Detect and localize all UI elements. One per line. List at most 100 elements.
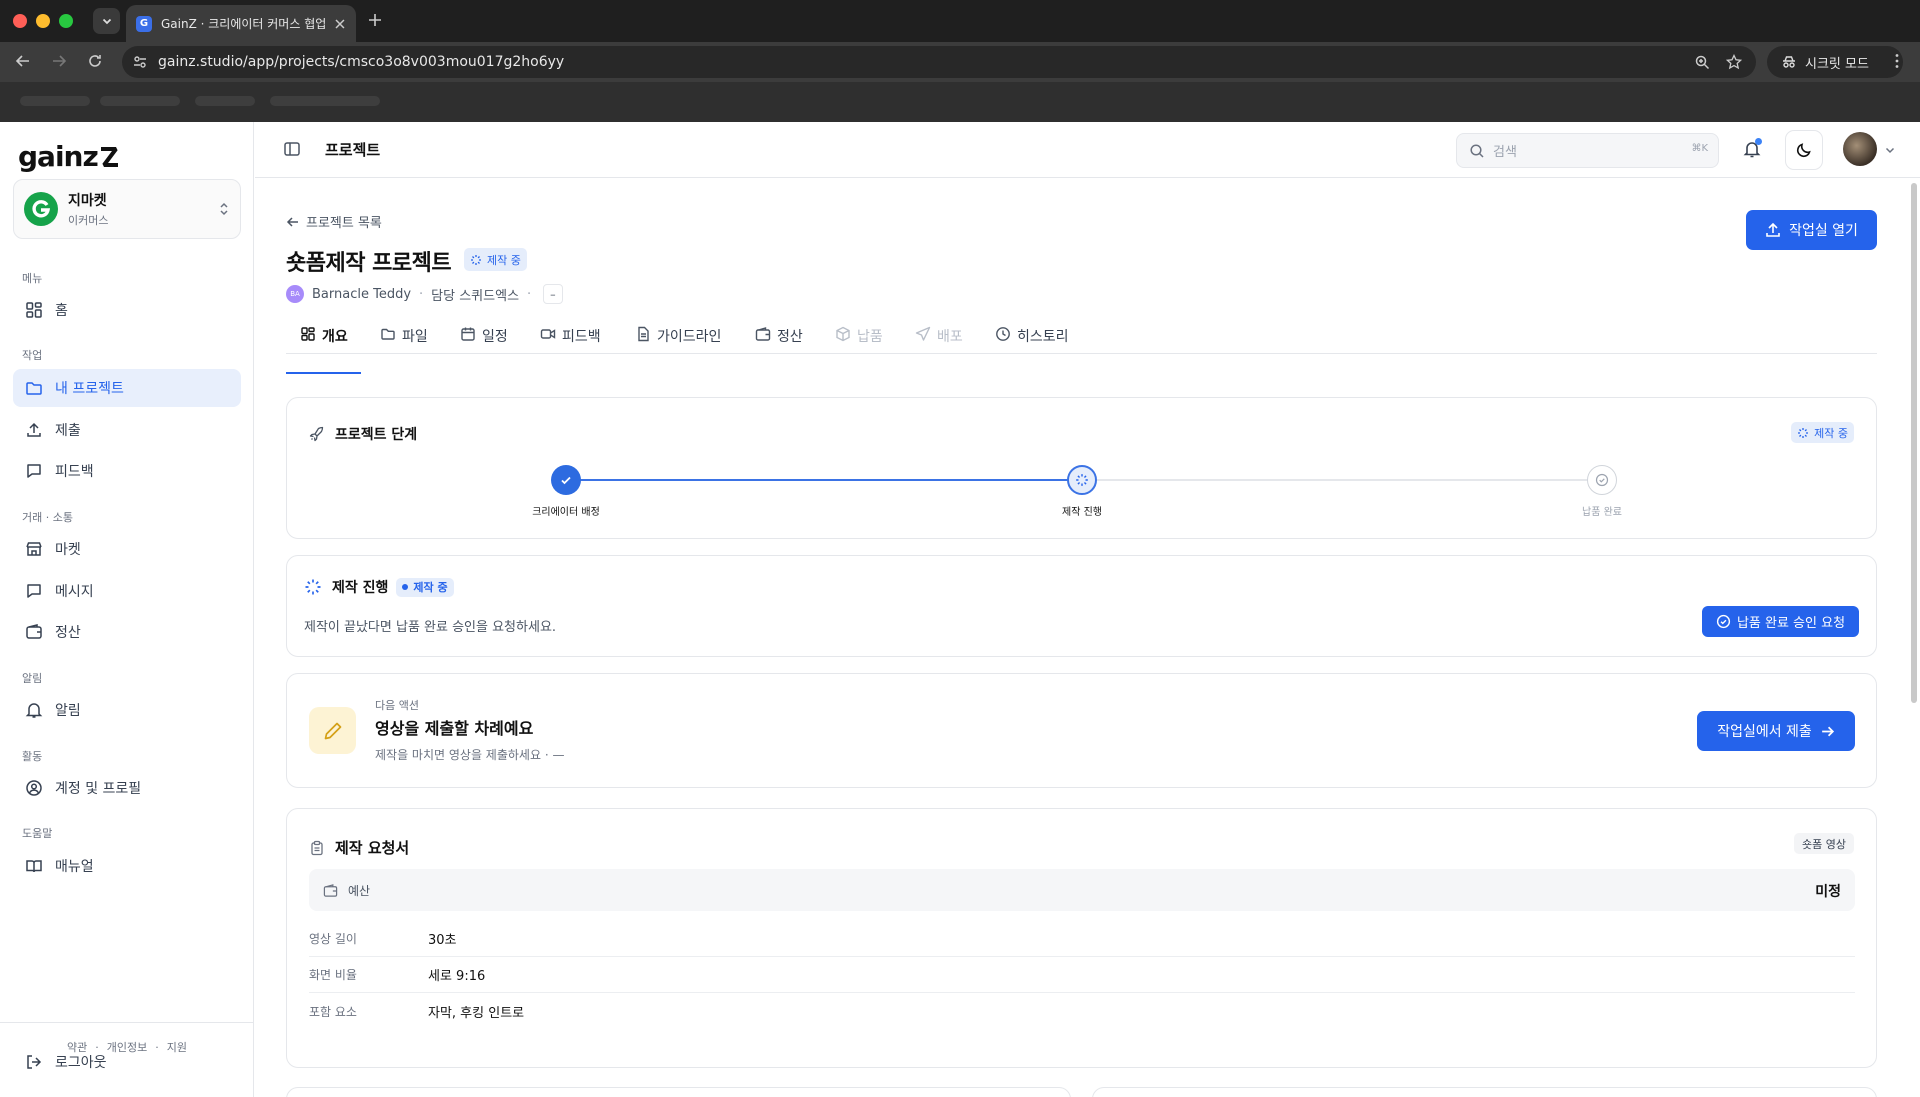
minimize-window-button[interactable]: [36, 14, 50, 28]
tab-label: 히스토리: [1017, 329, 1069, 345]
spec-row: 포함 요소 자막, 후킹 인트로: [309, 993, 1855, 1029]
step-delivered-pending: [1587, 465, 1617, 495]
tab-overview[interactable]: 개요: [300, 326, 348, 354]
loader-icon: [305, 579, 321, 595]
browser-toolbar: gainz.studio/app/projects/cmsco3o8v003mo…: [0, 42, 1920, 82]
organization-switcher[interactable]: 지마켓 이커머스: [13, 179, 241, 239]
more-vertical-icon[interactable]: [1888, 52, 1906, 70]
tab-settlement[interactable]: 정산: [755, 326, 803, 354]
zoom-icon[interactable]: [1694, 54, 1710, 70]
sidebar-item-submit[interactable]: 제출: [13, 411, 241, 449]
back-to-projects-link[interactable]: 프로젝트 목록: [286, 212, 382, 231]
sidebar-item-notifications[interactable]: 알림: [13, 691, 241, 729]
star-icon[interactable]: [1726, 54, 1742, 70]
client-avatar: BA: [286, 285, 304, 303]
next-action-icon-box: [309, 707, 356, 754]
reload-icon[interactable]: [86, 52, 104, 70]
sidebar-item-messages[interactable]: 메시지: [13, 572, 241, 610]
tab-label: 배포: [937, 329, 963, 345]
tab-guideline[interactable]: 가이드라인: [635, 326, 721, 354]
section-label-alerts: 알림: [22, 672, 43, 685]
back-arrow-icon[interactable]: [14, 52, 32, 70]
budget-label: 예산: [348, 883, 371, 898]
spec-value: 자막, 후킹 인트로: [428, 1005, 525, 1021]
active-tab-indicator: [286, 372, 361, 374]
incognito-indicator[interactable]: 시크릿 모드: [1767, 46, 1903, 78]
g-logo-icon: [32, 200, 51, 218]
address-bar[interactable]: gainz.studio/app/projects/cmsco3o8v003mo…: [122, 46, 1756, 78]
tab-files[interactable]: 파일: [380, 326, 428, 354]
section-label-help: 도움말: [22, 827, 53, 840]
chat-icon: [27, 464, 41, 478]
user-avatar[interactable]: [1843, 132, 1877, 166]
folder-icon: [26, 382, 42, 395]
client-name[interactable]: Barnacle Teddy: [312, 287, 411, 302]
tab-delivery: 납품: [835, 326, 883, 354]
section-label-activity: 활동: [22, 750, 43, 763]
spec-row: 화면 비율 세로 9:16: [309, 957, 1855, 993]
sidebar-item-manual[interactable]: 매뉴얼: [13, 847, 241, 885]
sidebar-item-settlement[interactable]: 정산: [13, 613, 241, 651]
production-request-card: 제작 요청서 숏폼 영상 예산 미정 영상 길이 30초 화면 비율 세로 9:…: [286, 808, 1877, 1068]
chevron-updown-icon: [220, 202, 228, 216]
stage-badge-label: 제작 중: [1814, 426, 1848, 440]
close-window-button[interactable]: [13, 14, 27, 28]
site-settings-icon[interactable]: [132, 54, 148, 70]
arrow-right-icon: [1821, 726, 1834, 736]
budget-value: 미정: [1815, 884, 1841, 900]
sidebar-toggle-icon[interactable]: [283, 140, 301, 158]
bookmarks-bar: [0, 82, 1920, 122]
privacy-link[interactable]: 개인정보: [107, 1041, 147, 1054]
sidebar-item-label: 알림: [55, 703, 81, 719]
theme-toggle-button[interactable]: [1785, 130, 1823, 170]
search-input[interactable]: 검색 ⌘K: [1456, 133, 1719, 168]
video-icon: [540, 329, 556, 339]
tab-label: 정산: [777, 329, 803, 345]
logout-label: 로그아웃: [55, 1055, 107, 1071]
logout-button[interactable]: 로그아웃: [25, 1052, 107, 1072]
back-link-label: 프로젝트 목록: [306, 216, 382, 231]
unread-dot: [1755, 138, 1762, 145]
app-logo[interactable]: gainz: [18, 140, 120, 173]
open-studio-button[interactable]: 작업실 열기: [1746, 210, 1877, 250]
close-icon[interactable]: [334, 18, 346, 30]
step-label-assign: 크리에이터 배정: [532, 507, 600, 518]
dashboard-icon: [26, 302, 42, 318]
blurred-bookmark: [270, 96, 380, 106]
step-label-delivered: 납품 완료: [1582, 507, 1622, 518]
book-open-icon: [26, 860, 42, 873]
spec-value: 세로 9:16: [428, 969, 486, 984]
check-icon: [561, 476, 571, 485]
browser-tab[interactable]: G GainZ · 크리에이터 커머스 협업 C: [126, 5, 356, 42]
production-status-badge: 제작 중: [396, 577, 454, 597]
tab-search-button[interactable]: [93, 8, 120, 34]
submit-in-studio-button[interactable]: 작업실에서 제출: [1697, 711, 1855, 751]
sidebar-item-home[interactable]: 홈: [13, 291, 241, 329]
scrollbar[interactable]: [1911, 183, 1917, 703]
sidebar-item-market[interactable]: 마켓: [13, 530, 241, 568]
request-card-title: 제작 요청서: [309, 837, 409, 858]
request-delivery-approval-button[interactable]: 납품 완료 승인 요청: [1702, 606, 1859, 637]
favicon: G: [136, 15, 152, 32]
submit-button-label: 작업실에서 제출: [1717, 724, 1812, 740]
sidebar-item-label: 마켓: [55, 542, 81, 558]
document-icon: [638, 326, 649, 342]
forward-arrow-icon[interactable]: [50, 52, 68, 70]
zoom-window-button[interactable]: [59, 14, 73, 28]
sidebar-item-my-projects[interactable]: 내 프로젝트: [13, 369, 241, 407]
tab-feedback[interactable]: 피드백: [540, 326, 601, 354]
support-link[interactable]: 지원: [167, 1041, 187, 1054]
blurred-bookmark: [100, 96, 180, 106]
production-title-label: 제작 진행: [332, 580, 389, 596]
next-card-right: [1092, 1087, 1877, 1097]
sidebar-item-feedback[interactable]: 피드백: [13, 452, 241, 490]
sidebar-item-account[interactable]: 계정 및 프로필: [13, 769, 241, 807]
org-logo: [24, 192, 58, 226]
stage-card-title: 프로젝트 단계: [309, 424, 417, 444]
tab-history[interactable]: 히스토리: [995, 326, 1069, 354]
chevron-down-icon[interactable]: [1884, 144, 1896, 156]
plus-icon[interactable]: [366, 11, 384, 29]
tab-schedule[interactable]: 일정: [460, 326, 508, 354]
dashboard-icon: [301, 327, 315, 341]
open-studio-label: 작업실 열기: [1789, 223, 1858, 239]
